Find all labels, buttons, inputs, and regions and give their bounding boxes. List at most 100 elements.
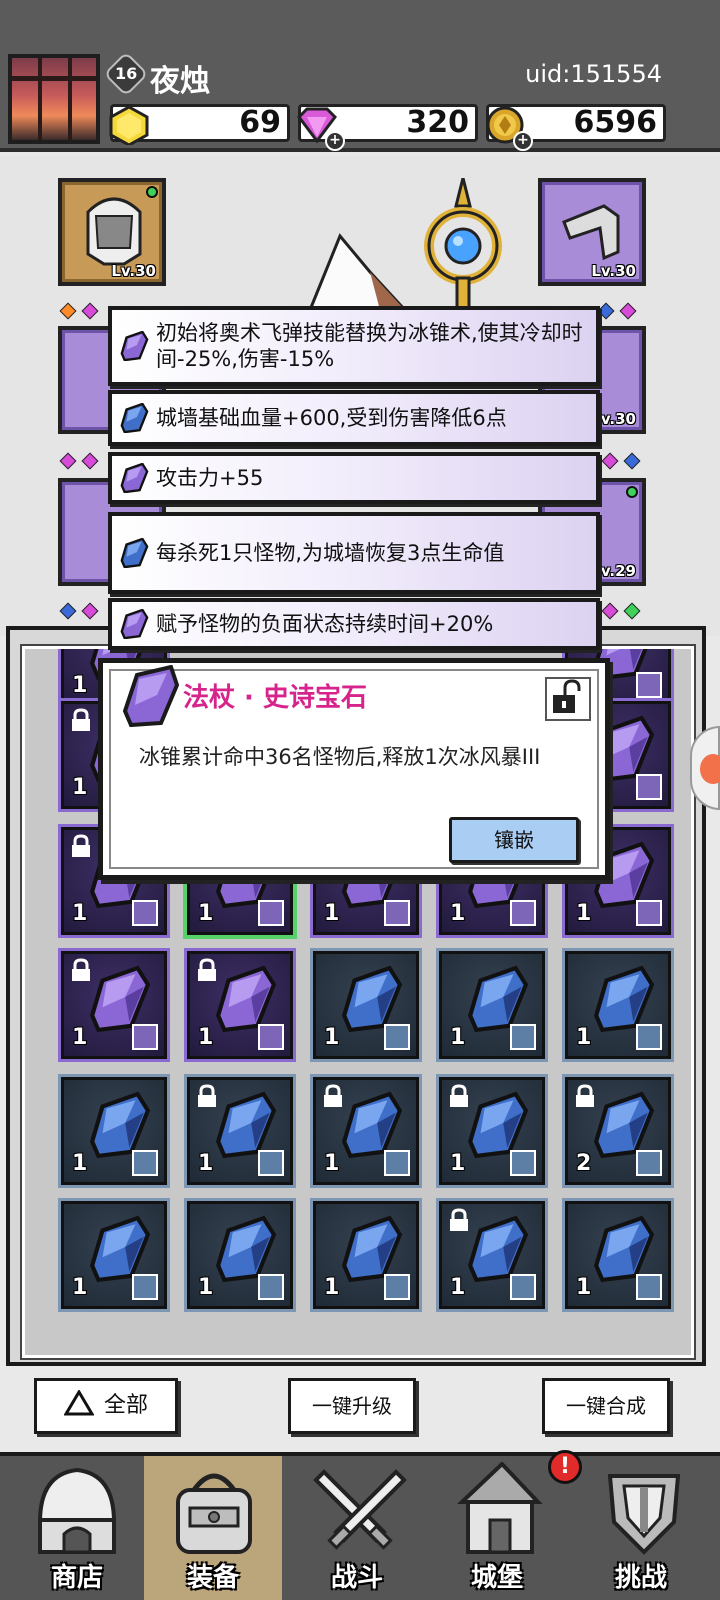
rare-gem-slot[interactable]: 1 (565, 951, 671, 1059)
upgrade-all-button[interactable]: 一键升级 (288, 1378, 416, 1434)
gold-hexagon-icon (109, 105, 149, 145)
shield-crest-icon (607, 1474, 681, 1555)
helmet-icon (86, 197, 142, 266)
stat-text: 城墙基础血量+600,受到伤害降低6点 (156, 406, 507, 430)
rare-gem-slot[interactable]: 1 (187, 1077, 293, 1185)
slot-type-icon (510, 900, 536, 926)
castle-alert-badge: ! (548, 1450, 582, 1484)
unlock-icon[interactable] (545, 677, 591, 721)
gem-count: 1 (72, 673, 88, 698)
slot-type-icon (384, 900, 410, 926)
rare-gem-slot[interactable]: 1 (187, 1201, 293, 1309)
popup-description: 冰锥累计命中36名怪物后,释放1次冰风暴III (139, 745, 541, 769)
stat-row: 城墙基础血量+600,受到伤害降低6点 (108, 390, 600, 446)
nav-shop[interactable]: 商店 (12, 1456, 142, 1600)
nav-label: 挑战 (614, 1563, 667, 1593)
slot-type-icon (258, 1150, 284, 1176)
player-name: 夜烛 (150, 64, 210, 99)
rare-gem-slot[interactable]: 1 (439, 951, 545, 1059)
stat-row: 每杀死1只怪物,为城墙恢复3点生命值 (108, 512, 600, 594)
rare-gem-slot[interactable]: 1 (439, 1077, 545, 1185)
slot-type-icon (636, 1274, 662, 1300)
slot-type-icon (258, 1024, 284, 1050)
rare-gem-slot[interactable]: 2 (565, 1077, 671, 1185)
bottom-nav: 商店 装备 战斗 城堡 挑战 (0, 1452, 720, 1600)
player-level-badge: 16 (103, 51, 149, 97)
gem-count: 1 (198, 1275, 214, 1300)
nav-challenge[interactable]: 挑战 (576, 1456, 706, 1600)
lock-icon (576, 1084, 594, 1107)
lock-icon (198, 1084, 216, 1107)
rare-gem-slot[interactable]: 1 (565, 1201, 671, 1309)
slot-type-icon (636, 672, 662, 698)
nav-battle[interactable]: 战斗 (292, 1456, 422, 1600)
coin-counter: + 6596 (486, 104, 666, 151)
rare-gem-slot[interactable]: 1 (313, 1201, 419, 1309)
gem-count: 1 (324, 1275, 340, 1300)
slot-type-icon (384, 1274, 410, 1300)
shop-tent-icon (37, 1467, 117, 1554)
lock-icon (72, 708, 90, 731)
lock-icon (450, 1084, 468, 1107)
coin-value: 6596 (573, 105, 658, 140)
gem-count: 1 (72, 1151, 88, 1176)
rare-gem-icon (112, 538, 156, 568)
slot-type-icon (258, 1274, 284, 1300)
slot-type-icon (636, 900, 662, 926)
gem-count: 1 (72, 1275, 88, 1300)
lock-icon (450, 1208, 468, 1231)
lock-icon (198, 958, 216, 981)
rare-gem-slot[interactable]: 1 (61, 1077, 167, 1185)
add-gems-icon[interactable]: + (325, 131, 345, 151)
gem-count: 1 (576, 901, 592, 926)
gem-detail-popup: 法杖 · 史诗宝石 冰锥累计命中36名怪物后,释放1次冰风暴III 镶嵌 (98, 658, 610, 880)
epic-gem-slot[interactable]: 1 (61, 951, 167, 1059)
nav-label: 城堡 (470, 1563, 523, 1593)
popup-title: 法杖 · 史诗宝石 (183, 683, 367, 713)
epic-gem-icon (122, 665, 180, 728)
gem-count: 1 (72, 775, 88, 800)
rare-gem-slot[interactable]: 1 (439, 1201, 545, 1309)
wizard-hat-icon (307, 233, 409, 312)
slot-level: Lv.30 (591, 262, 636, 280)
triangle-filter-icon (63, 1389, 95, 1416)
filter-all-button[interactable]: 全部 (34, 1378, 178, 1434)
backpack-icon (176, 1473, 252, 1554)
rare-gem-slot[interactable]: 1 (313, 1077, 419, 1185)
stat-text: 赋予怪物的负面状态持续时间+20% (156, 612, 494, 636)
stat-row: 初始将奥术飞弹技能替换为冰锥术,使其冷却时间-25%,伤害-15% (108, 306, 600, 386)
gem-count: 1 (324, 1025, 340, 1050)
notify-dot (626, 486, 638, 498)
gold-value: 69 (239, 105, 281, 140)
add-coins-icon[interactable]: + (513, 131, 533, 151)
stat-text: 每杀死1只怪物,为城墙恢复3点生命值 (156, 541, 505, 565)
gem-count: 1 (324, 1151, 340, 1176)
socket-indicators (59, 602, 106, 620)
gem-count: 1 (72, 901, 88, 926)
slot-type-icon (384, 1024, 410, 1050)
gem-count: 1 (450, 1025, 466, 1050)
gem-count: 1 (72, 1025, 88, 1050)
gem-count: 1 (576, 1275, 592, 1300)
equip-slot-helmet[interactable]: Lv.30 (58, 178, 166, 286)
slot-type-icon (132, 1150, 158, 1176)
player-avatar[interactable] (8, 54, 100, 144)
rare-gem-slot[interactable]: 1 (313, 951, 419, 1059)
slot-type-icon (384, 1150, 410, 1176)
nav-castle[interactable]: 城堡 (432, 1456, 562, 1600)
inlay-button[interactable]: 镶嵌 (449, 817, 579, 863)
socket-indicators (597, 302, 644, 320)
epic-gem-icon (112, 463, 156, 493)
gem-count: 1 (198, 901, 214, 926)
gem-count: 1 (198, 1025, 214, 1050)
nav-equipment[interactable]: 装备 (144, 1456, 282, 1600)
nav-label: 商店 (50, 1563, 103, 1593)
top-header: 16 夜烛 uid:151554 69 + 320 + 6596 (0, 0, 720, 152)
equip-slot-gloves[interactable]: Lv.30 (538, 178, 646, 286)
epic-gem-slot[interactable]: 1 (187, 951, 293, 1059)
gem-count: 1 (450, 901, 466, 926)
rare-gem-slot[interactable]: 1 (61, 1201, 167, 1309)
gloves-icon (562, 204, 620, 261)
merge-all-button[interactable]: 一键合成 (542, 1378, 670, 1434)
nav-label: 装备 (186, 1563, 239, 1593)
